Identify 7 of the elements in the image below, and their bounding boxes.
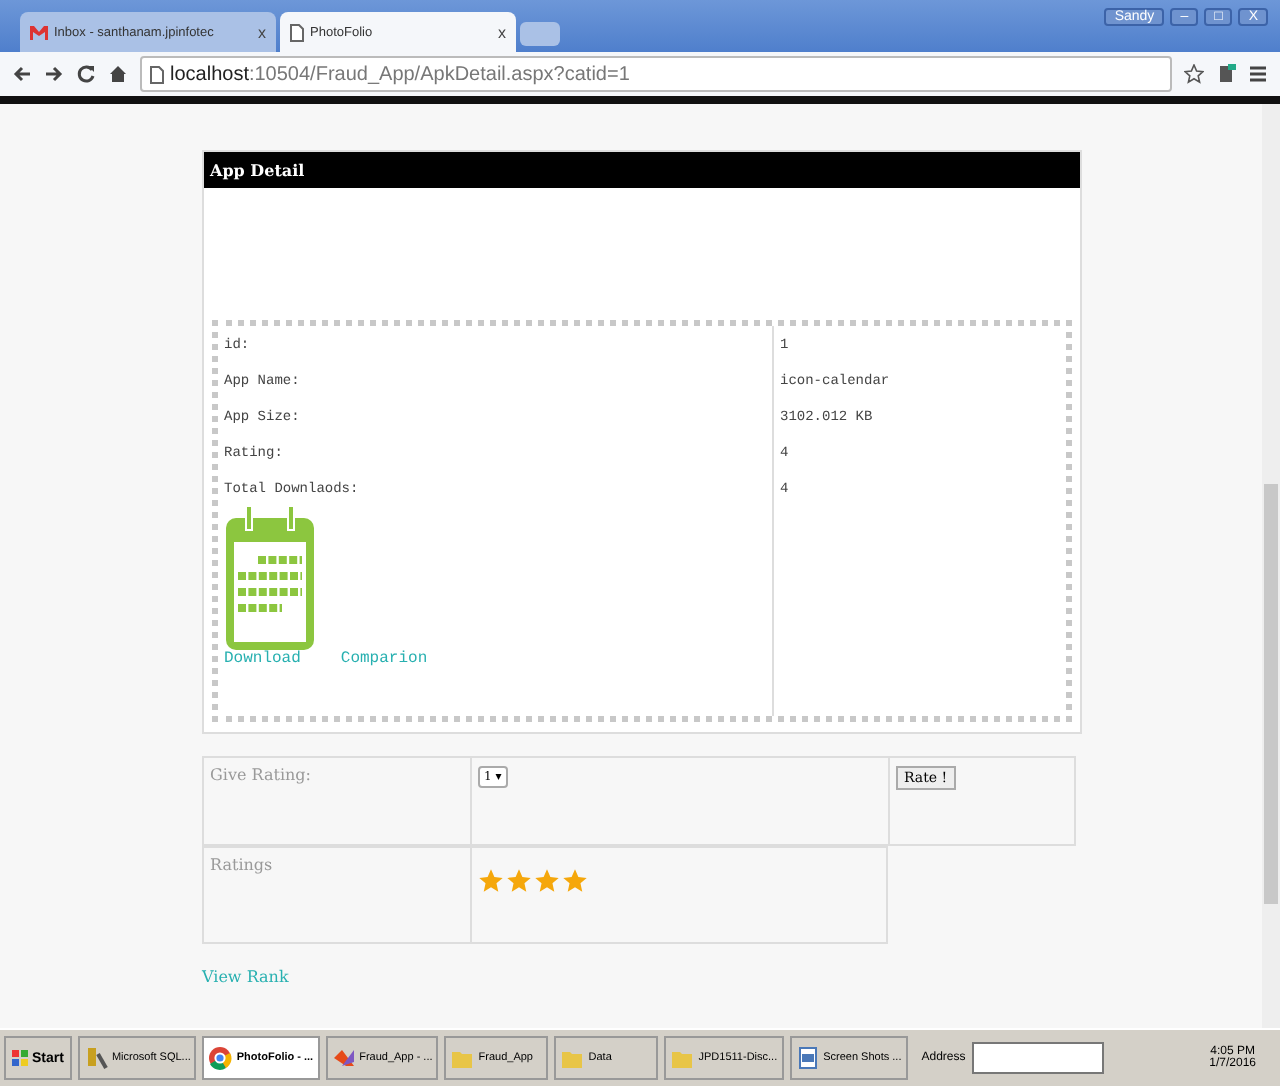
panel-title: App Detail	[204, 152, 1080, 188]
close-tab-button[interactable]: x	[258, 23, 266, 41]
close-tab-button[interactable]: x	[498, 23, 506, 41]
address-bar[interactable]: localhost:10504/Fraud_App/ApkDetail.aspx?catid=1	[140, 56, 1172, 92]
give-rating-label: Give Rating:	[210, 766, 311, 784]
ratings-label: Ratings	[210, 856, 273, 874]
url-text: localhost:10504/Fraud_App/ApkDetail.aspx?catid=1	[170, 63, 630, 85]
